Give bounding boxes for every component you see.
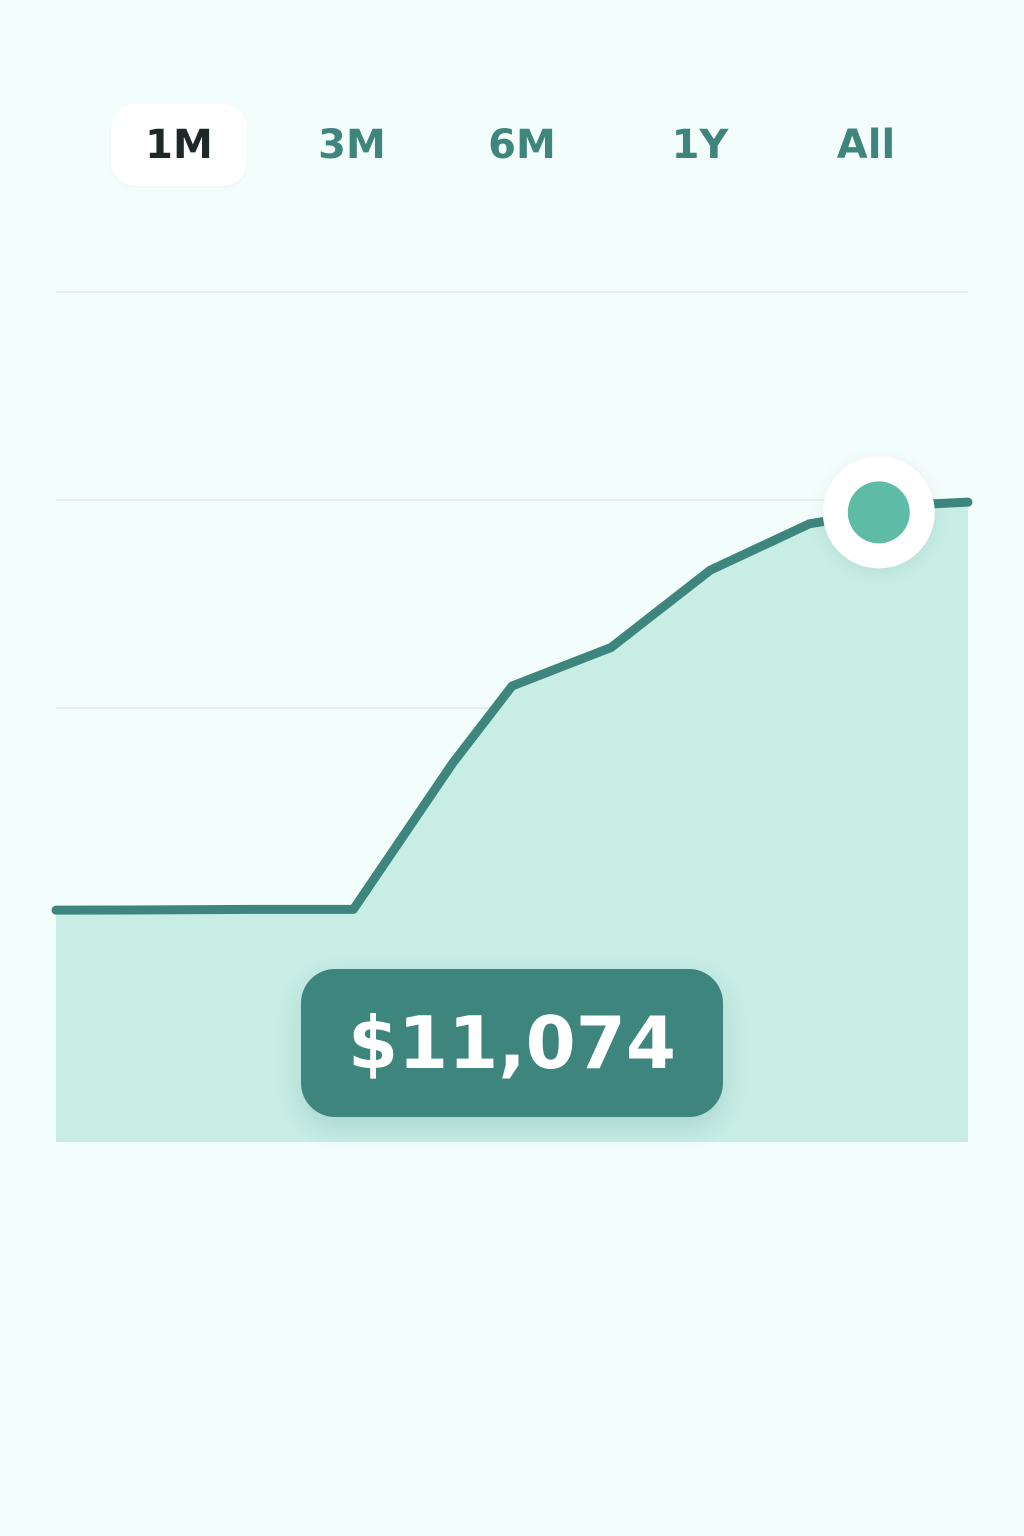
data-point-7 [706, 566, 714, 574]
value-chart[interactable] [0, 0, 1024, 1536]
portfolio-chart-screen: 1M 3M 6M 1Y All $11,074 [0, 0, 1024, 1536]
data-point-0 [52, 906, 60, 914]
data-point-5 [508, 682, 516, 690]
data-point-1 [151, 906, 159, 914]
data-point-4 [449, 759, 457, 767]
data-point-8 [805, 520, 813, 528]
data-point-3 [349, 905, 357, 913]
highlight-value-badge: $11,074 [301, 969, 723, 1117]
data-point-6 [607, 643, 615, 651]
data-point-9 [875, 508, 883, 516]
data-point-11 [964, 498, 972, 506]
data-point-10 [914, 501, 922, 509]
data-point-2 [250, 905, 258, 913]
